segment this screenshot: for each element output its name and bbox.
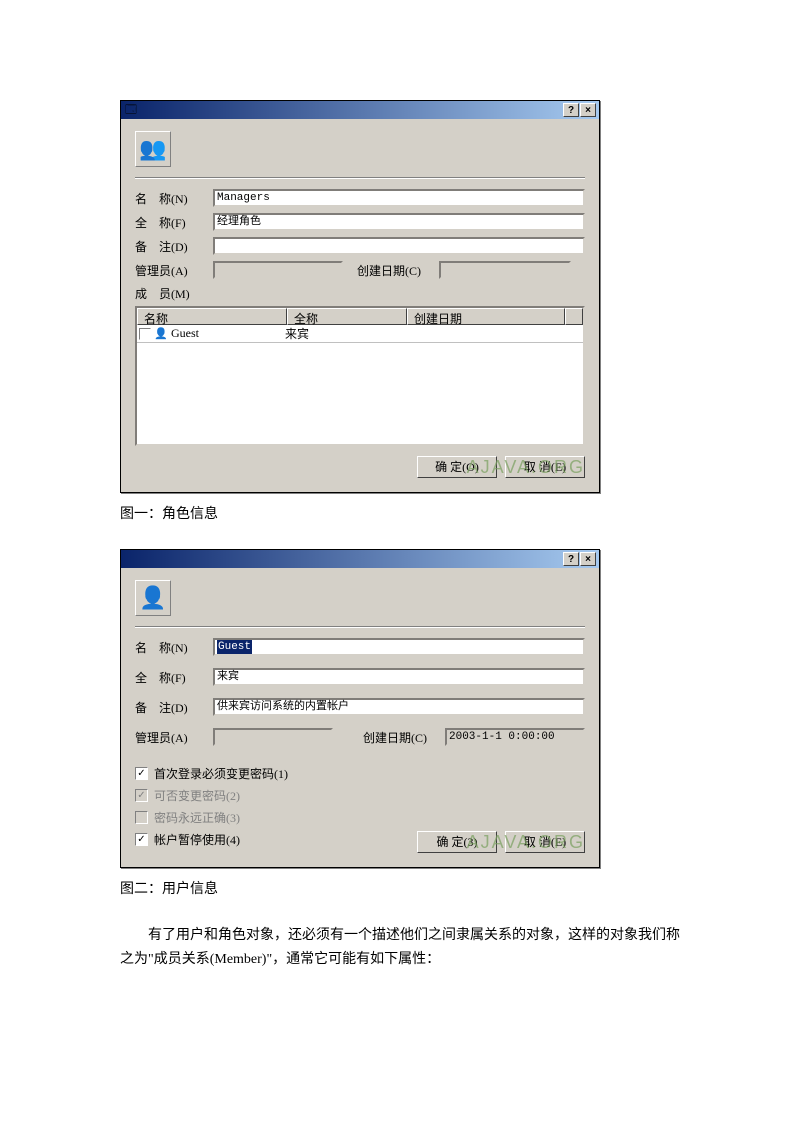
grid-col-name[interactable]: 名称 bbox=[137, 308, 287, 325]
checkbox-icon[interactable]: ✓ bbox=[135, 833, 148, 846]
admin-input[interactable] bbox=[213, 261, 343, 279]
name-label: 名 称(N) bbox=[135, 639, 213, 656]
grid-header: 名称 全称 创建日期 bbox=[137, 308, 583, 325]
fullname-input[interactable]: 经理角色 bbox=[213, 213, 585, 231]
remark-label: 备 注(D) bbox=[135, 699, 213, 716]
close-button[interactable]: × bbox=[580, 103, 596, 117]
name-input[interactable]: Guest bbox=[213, 638, 585, 656]
checkbox-account-suspended[interactable]: ✓ 帐户暂停使用(4) bbox=[135, 831, 417, 848]
name-input[interactable]: Managers bbox=[213, 189, 585, 207]
remark-input[interactable] bbox=[213, 237, 585, 255]
ok-button[interactable]: 确 定(O) bbox=[417, 456, 497, 478]
fullname-label: 全 称(F) bbox=[135, 669, 213, 686]
fullname-label: 全 称(F) bbox=[135, 214, 213, 231]
table-row[interactable]: 👤 Guest 来宾 bbox=[137, 325, 583, 343]
help-button[interactable]: ? bbox=[563, 103, 579, 117]
members-label: 成 员(M) bbox=[135, 285, 585, 302]
admin-input[interactable] bbox=[213, 728, 333, 746]
ok-button[interactable]: 确 定(3) bbox=[417, 831, 497, 853]
system-menu-icon[interactable]: 🗔 bbox=[123, 103, 139, 117]
cancel-button[interactable]: 取 消(E) bbox=[505, 831, 585, 853]
body-paragraph: 有了用户和角色对象，还必须有一个描述他们之间隶属关系的对象，这样的对象我们称之为… bbox=[120, 924, 680, 972]
separator bbox=[135, 177, 585, 179]
checkbox-icon[interactable]: ✓ bbox=[135, 767, 148, 780]
checkbox-label: 帐户暂停使用(4) bbox=[154, 831, 240, 848]
create-date-input[interactable]: 2003-1-1 0:00:00 bbox=[445, 728, 585, 746]
grid-col-cdate[interactable]: 创建日期 bbox=[407, 308, 565, 325]
row-name: Guest bbox=[169, 326, 285, 341]
button-row: AJAVA.ORG 确 定(O) 取 消(E) bbox=[135, 456, 585, 478]
titlebar[interactable]: ? × bbox=[121, 550, 599, 568]
name-label: 名 称(N) bbox=[135, 190, 213, 207]
figure-caption-1: 图一：角色信息 bbox=[120, 503, 680, 523]
admin-label: 管理员(A) bbox=[135, 729, 213, 746]
grid-col-full[interactable]: 全称 bbox=[287, 308, 407, 325]
checkbox-can-change-password: ✓ 可否变更密码(2) bbox=[135, 787, 417, 804]
help-button[interactable]: ? bbox=[563, 552, 579, 566]
checkbox-label: 密码永远正确(3) bbox=[154, 809, 240, 826]
fullname-input[interactable]: 来宾 bbox=[213, 668, 585, 686]
create-date-input[interactable] bbox=[439, 261, 571, 279]
role-info-dialog: 🗔 ? × 👥 名 称(N) Managers 全 称(F) 经理角色 bbox=[120, 100, 600, 493]
checkbox-icon bbox=[135, 811, 148, 824]
checkbox-icon: ✓ bbox=[135, 789, 148, 802]
row-full: 来宾 bbox=[285, 325, 405, 342]
checkbox-list: ✓ 首次登录必须变更密码(1) ✓ 可否变更密码(2) 密码永远正确(3) bbox=[135, 760, 417, 853]
checkbox-label: 可否变更密码(2) bbox=[154, 787, 240, 804]
checkbox-password-never-wrong: 密码永远正确(3) bbox=[135, 809, 417, 826]
cancel-button[interactable]: 取 消(E) bbox=[505, 456, 585, 478]
create-date-label: 创建日期(C) bbox=[363, 729, 445, 746]
user-icon: 👤 bbox=[135, 580, 171, 616]
grid-col-spacer bbox=[565, 308, 583, 325]
row-checkbox[interactable] bbox=[139, 328, 151, 340]
figure-caption-2: 图二：用户信息 bbox=[120, 878, 680, 898]
role-icon: 👥 bbox=[135, 131, 171, 167]
members-grid[interactable]: 名称 全称 创建日期 👤 Guest 来宾 bbox=[135, 306, 585, 446]
separator bbox=[135, 626, 585, 628]
checkbox-label: 首次登录必须变更密码(1) bbox=[154, 765, 288, 782]
titlebar[interactable]: 🗔 ? × bbox=[121, 101, 599, 119]
remark-input[interactable]: 供来宾访问系统的内置帐户 bbox=[213, 698, 585, 716]
checkbox-change-password-first-login[interactable]: ✓ 首次登录必须变更密码(1) bbox=[135, 765, 417, 782]
remark-label: 备 注(D) bbox=[135, 238, 213, 255]
admin-label: 管理员(A) bbox=[135, 262, 213, 279]
user-icon: 👤 bbox=[153, 327, 169, 340]
user-info-dialog: ? × 👤 名 称(N) Guest 全 称(F) 来宾 备 注(D) bbox=[120, 549, 600, 868]
create-date-label: 创建日期(C) bbox=[357, 262, 439, 279]
close-button[interactable]: × bbox=[580, 552, 596, 566]
